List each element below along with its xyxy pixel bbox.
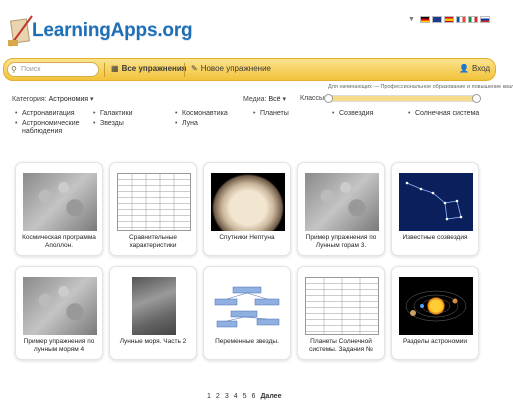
card-thumbnail (211, 173, 285, 231)
category-select[interactable]: Астрономия (49, 96, 88, 103)
exercise-card[interactable]: Переменные звезды. (203, 266, 291, 360)
category-link[interactable]: Галактики (93, 110, 133, 118)
card-caption: Переменные звезды. (215, 338, 279, 345)
category-link[interactable]: Звезды (93, 120, 124, 128)
toolbar-divider (184, 63, 185, 77)
exercise-card[interactable]: Известные созвездия (391, 162, 479, 256)
next-page-link[interactable]: Далее (260, 393, 281, 400)
flag-de-icon[interactable] (419, 16, 430, 23)
flag-it-icon[interactable] (467, 16, 478, 23)
exercise-card[interactable]: Разделы астрономии (391, 266, 479, 360)
card-caption: Лунные моря. Часть 2 (119, 338, 187, 345)
card-caption: Пример упражнения по Лунным горам 3. (305, 234, 377, 249)
pencil-icon: ✎ (191, 64, 198, 73)
card-caption: Известные созвездия (402, 234, 468, 241)
card-thumbnail (211, 277, 285, 335)
toolbar-divider (104, 63, 105, 77)
card-thumbnail (399, 277, 473, 335)
exercise-card[interactable]: Пример упражнения по Лунным горам 3. (297, 162, 385, 256)
search-input[interactable]: Поиск (7, 62, 99, 77)
chevron-down-icon: ▾ (90, 96, 94, 103)
category-link[interactable]: Астрономические наблюдения (15, 120, 90, 136)
main-toolbar: Поиск ⚲ ▦ Все упражнения ✎ Новое упражне… (3, 58, 496, 81)
card-caption: Космическая программа Аполлон. (22, 234, 96, 249)
slider-min-handle[interactable] (324, 94, 333, 103)
category-link[interactable]: Луна (175, 120, 198, 128)
card-thumbnail (399, 173, 473, 231)
solar-system-icon (405, 290, 467, 322)
header: LearningApps.org ▼ (0, 0, 513, 58)
pagination: 1 2 3 4 5 6 Далее (207, 393, 281, 400)
dropdown-arrow-icon[interactable]: ▼ (408, 16, 415, 23)
page-link[interactable]: 3 (225, 393, 229, 400)
media-label: Медиа: (243, 96, 267, 103)
card-thumbnail (305, 173, 379, 231)
classes-label: Классы: (300, 95, 327, 102)
category-link[interactable]: Космонавтика (175, 110, 228, 118)
media-filter[interactable]: Медиа: Всё ▾ (243, 95, 286, 103)
login-label: Вход (471, 64, 491, 73)
flag-es-icon[interactable] (443, 16, 454, 23)
table-thumbnail-graphic (323, 278, 361, 334)
exercise-card[interactable]: Космическая программа Аполлон. (15, 162, 103, 256)
table-thumbnail-graphic (131, 174, 175, 230)
page-link[interactable]: 5 (243, 393, 247, 400)
classes-slider[interactable] (324, 94, 481, 103)
new-exercise-label: Новое упражнение (200, 64, 271, 73)
exercise-card[interactable]: Спутники Нептуна (203, 162, 291, 256)
card-caption: Пример упражнения по лунным морям 4 (23, 338, 95, 353)
flag-ru-icon[interactable] (479, 16, 490, 23)
card-caption: Планеты Солнечной системы. Задания № (309, 338, 373, 353)
chevron-down-icon: ▾ (282, 96, 286, 103)
language-selector[interactable]: ▼ (408, 16, 490, 23)
page-link[interactable]: 6 (252, 393, 256, 400)
card-caption: Спутники Нептуна (219, 234, 275, 241)
card-thumbnail (132, 277, 176, 335)
user-icon: 👤 (459, 64, 469, 73)
login-button[interactable]: 👤 Вход (459, 64, 490, 73)
category-link[interactable]: Астронавигация (15, 110, 75, 118)
card-thumbnail (305, 277, 379, 335)
category-filter[interactable]: Категория: Астрономия ▾ (12, 95, 94, 103)
exercise-card[interactable]: Сравнительные характеристики (109, 162, 197, 256)
page-link[interactable]: 1 (207, 393, 211, 400)
exercise-card[interactable]: Пример упражнения по лунным морям 4 (15, 266, 103, 360)
all-exercises-label: Все упражнения (121, 64, 187, 73)
category-label: Категория: (12, 96, 47, 103)
card-thumbnail (23, 277, 97, 335)
new-exercise-button[interactable]: ✎ Новое упражнение (191, 64, 271, 73)
exercise-card[interactable]: Планеты Солнечной системы. Задания № (297, 266, 385, 360)
card-caption: Сравнительные характеристики (129, 234, 177, 249)
logo-text[interactable]: LearningApps.org (32, 20, 193, 42)
flag-en-icon[interactable] (431, 16, 442, 23)
flag-fr-icon[interactable] (455, 16, 466, 23)
search-icon: ⚲ (11, 65, 17, 74)
diagram-thumbnail-graphic (214, 286, 280, 328)
page-link[interactable]: 4 (234, 393, 238, 400)
category-link[interactable]: Планеты (253, 110, 289, 118)
card-caption: Разделы астрономии (403, 338, 467, 345)
exercise-card[interactable]: Лунные моря. Часть 2 (109, 266, 197, 360)
card-thumbnail (117, 173, 191, 231)
category-link[interactable]: Солнечная система (408, 110, 479, 118)
card-thumbnail (23, 173, 97, 231)
category-link[interactable]: Созвездия (332, 110, 373, 118)
grid-icon: ▦ (111, 64, 119, 73)
all-exercises-button[interactable]: ▦ Все упражнения (111, 64, 186, 73)
slider-max-handle[interactable] (472, 94, 481, 103)
media-select[interactable]: Всё (268, 96, 280, 103)
classes-hint: Для начинающих — Профессиональное образо… (328, 84, 513, 90)
constellation-icon (405, 181, 463, 221)
page-link[interactable]: 2 (216, 393, 220, 400)
